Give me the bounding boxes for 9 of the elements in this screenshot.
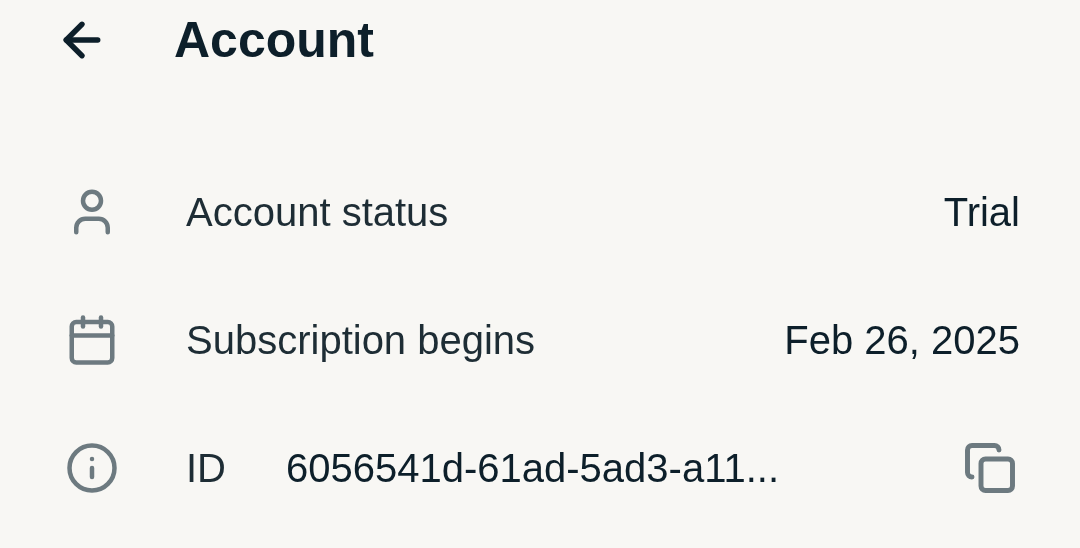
row-value: Feb 26, 2025 — [784, 317, 1020, 364]
page-title: Account — [174, 10, 374, 70]
row-label: ID — [186, 445, 226, 492]
row-value: Trial — [943, 189, 1020, 236]
row-label: Account status — [186, 189, 449, 236]
id-value: 6056541d-61ad-5ad3-a11... — [286, 445, 779, 492]
row-label: Subscription begins — [186, 317, 536, 364]
copy-icon — [963, 441, 1017, 495]
info-icon — [65, 441, 119, 495]
